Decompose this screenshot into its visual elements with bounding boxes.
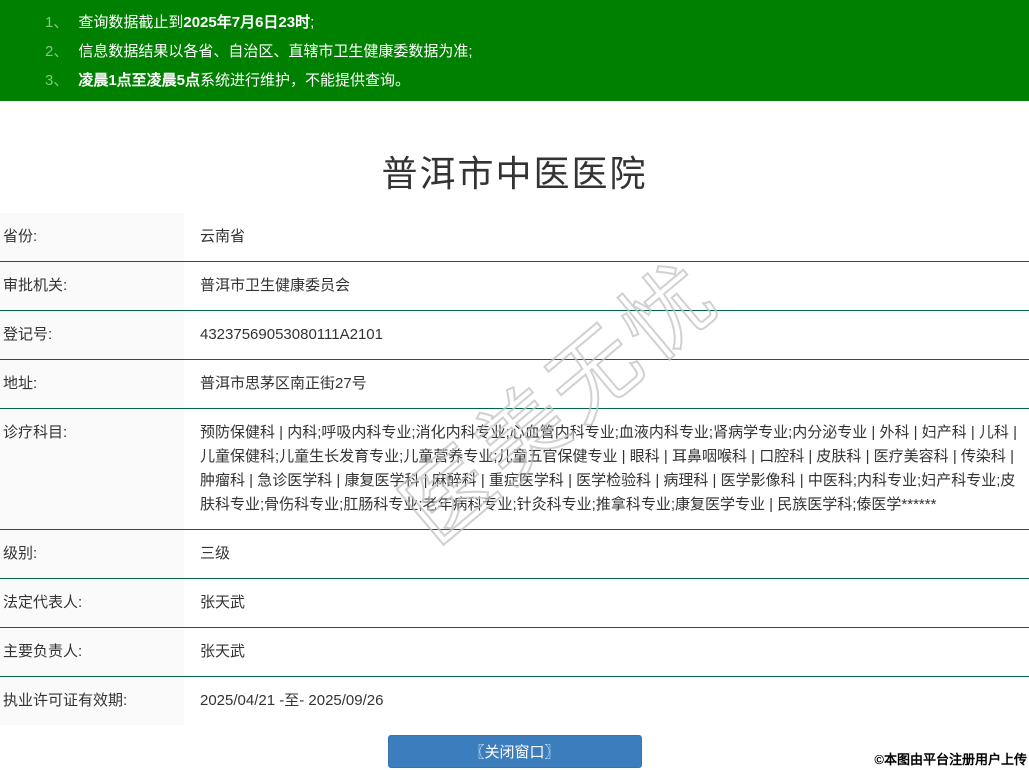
row-label: 审批机关: — [0, 262, 184, 310]
row-label: 主要负责人: — [0, 628, 184, 676]
title-section: 普洱市中医医院 — [0, 101, 1029, 213]
table-row-license-validity-period: 执业许可证有效期: 2025/04/21 -至- 2025/09/26 — [0, 677, 1029, 725]
notice-text: 查询数据截止到 — [78, 14, 184, 31]
close-window-button[interactable]: 〖关闭窗口〗 — [387, 735, 642, 768]
notice-line-3: 3、 凌晨1点至凌晨5点系统进行维护，不能提供查询。 — [45, 66, 1009, 95]
row-label: 登记号: — [0, 311, 184, 359]
notice-number: 2、 — [45, 43, 69, 60]
table-row-medical-departments: 诊疗科目: 预防保健科 | 内科;呼吸内科专业;消化内科专业;心血管内科专业;血… — [0, 409, 1029, 530]
row-label: 省份: — [0, 213, 184, 261]
notice-text-bold: 凌晨1点至凌晨5点 — [78, 72, 201, 89]
page-title: 普洱市中医医院 — [381, 153, 648, 194]
notice-banner: 1、 查询数据截止到2025年7月6日23时; 2、 信息数据结果以各省、自治区、直… — [0, 0, 1029, 101]
row-value: 普洱市思茅区南正街27号 — [200, 375, 367, 392]
table-row-level: 级别: 三级 — [0, 530, 1029, 579]
table-row-address: 地址: 普洱市思茅区南正街27号 — [0, 360, 1029, 409]
notice-line-1: 1、 查询数据截止到2025年7月6日23时; — [45, 8, 1009, 37]
row-value: 张天武 — [200, 643, 246, 660]
row-label: 诊疗科目: — [0, 409, 184, 529]
row-value: 云南省 — [200, 228, 246, 245]
row-label: 法定代表人: — [0, 579, 184, 627]
row-value: 43237569053080111A2101 — [200, 326, 383, 343]
notice-text: ; — [310, 14, 315, 31]
notice-text-bold: 2025年7月6日23时 — [183, 14, 311, 31]
notice-text: 信息数据结果以各省、自治区、直辖市卫生健康委数据为准; — [78, 43, 473, 60]
attribution-text: ©本图由平台注册用户上传 — [874, 752, 1027, 767]
row-value: 预防保健科 | 内科;呼吸内科专业;消化内科专业;心血管内科专业;血液内科专业;… — [200, 424, 1017, 513]
row-label: 级别: — [0, 530, 184, 578]
row-value: 普洱市卫生健康委员会 — [200, 277, 351, 294]
row-value: 2025/04/21 -至- 2025/09/26 — [200, 692, 384, 709]
row-label: 地址: — [0, 360, 184, 408]
row-value: 三级 — [200, 545, 231, 562]
table-row-legal-representative: 法定代表人: 张天武 — [0, 579, 1029, 628]
row-value: 张天武 — [200, 594, 246, 611]
notice-line-2: 2、 信息数据结果以各省、自治区、直辖市卫生健康委数据为准; — [45, 37, 1009, 66]
row-label: 执业许可证有效期: — [0, 677, 184, 725]
notice-number: 1、 — [45, 14, 69, 31]
table-row-province: 省份: 云南省 — [0, 213, 1029, 262]
table-row-registration-number: 登记号: 43237569053080111A2101 — [0, 311, 1029, 360]
notice-number: 3、 — [45, 72, 69, 89]
notice-text: 系统进行维护，不能提供查询。 — [200, 72, 411, 89]
hospital-info-table: 省份: 云南省 审批机关: 普洱市卫生健康委员会 登记号: 4323756905… — [0, 213, 1029, 725]
table-row-approval-authority: 审批机关: 普洱市卫生健康委员会 — [0, 262, 1029, 311]
table-row-main-responsible-person: 主要负责人: 张天武 — [0, 628, 1029, 677]
